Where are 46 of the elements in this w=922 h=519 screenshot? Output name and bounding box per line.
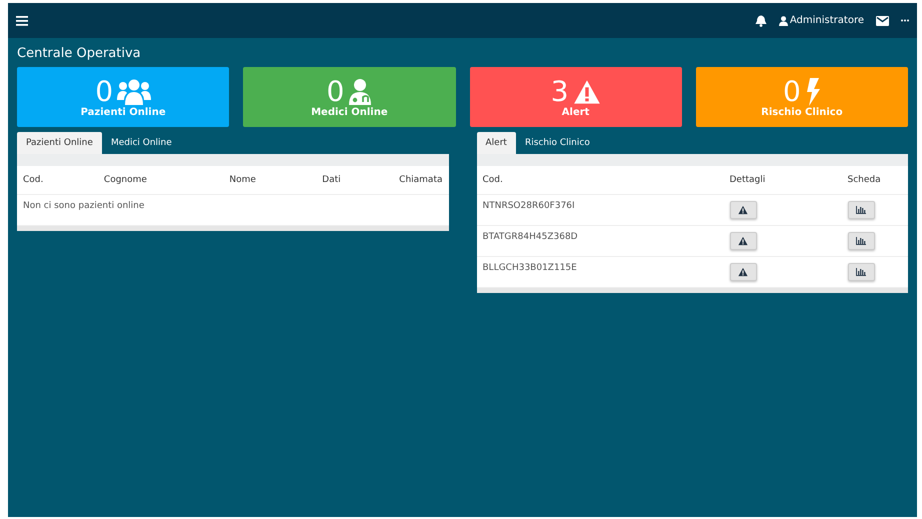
- bar-chart-icon: [856, 237, 866, 245]
- menu-icon[interactable]: [16, 16, 28, 26]
- column-header: Chiamata: [393, 166, 448, 194]
- stat-label: Medici Online: [311, 106, 388, 118]
- column-header: Dettagli: [724, 166, 842, 194]
- stat-count: 0: [326, 76, 344, 106]
- stat-count: 0: [782, 76, 801, 106]
- user-icon: [778, 16, 788, 26]
- stat-label: Rischio Clinico: [761, 106, 843, 118]
- page-title: Centrale Operativa: [17, 46, 142, 61]
- stat-count: 3: [550, 76, 569, 106]
- users-icon: [117, 78, 152, 106]
- stat-label: Alert: [562, 106, 590, 118]
- warning-icon: [738, 205, 748, 215]
- details-button[interactable]: [730, 232, 756, 250]
- table-cell: NTNRSO28R60F376I: [476, 194, 724, 226]
- bolt-icon: [804, 78, 821, 106]
- tab[interactable]: Pazienti Online: [17, 132, 102, 154]
- stat-count: 0: [95, 76, 114, 106]
- column-header: Cod.: [476, 166, 724, 194]
- details-button[interactable]: [730, 263, 756, 281]
- table-cell: BTATGR84H45Z368D: [476, 226, 724, 256]
- tab[interactable]: Alert: [476, 132, 516, 154]
- chart-button[interactable]: [848, 232, 874, 250]
- empty-message: Non ci sono pazienti online: [17, 194, 448, 226]
- column-header: Cognome: [98, 166, 224, 194]
- warning-icon: [738, 236, 748, 246]
- envelope-icon[interactable]: [876, 16, 889, 26]
- column-header: Nome: [223, 166, 316, 194]
- details-button[interactable]: [730, 201, 756, 219]
- column-header: Cod.: [17, 166, 98, 194]
- user-menu[interactable]: Administratore: [778, 15, 864, 26]
- column-header: Scheda: [842, 166, 908, 194]
- chart-button[interactable]: [848, 201, 874, 219]
- doctor-icon: [348, 78, 372, 106]
- warning-icon: [738, 267, 748, 277]
- more-icon[interactable]: [901, 19, 909, 22]
- bell-icon[interactable]: [754, 14, 767, 26]
- stat-label: Pazienti Online: [80, 106, 166, 118]
- bar-chart-icon: [856, 268, 866, 276]
- table-cell: BLLGCH33B01Z115E: [476, 256, 724, 288]
- tab[interactable]: Rischio Clinico: [516, 132, 599, 154]
- column-header: Dati: [316, 166, 394, 194]
- tab[interactable]: Medici Online: [102, 132, 181, 154]
- chart-button[interactable]: [848, 263, 874, 281]
- bar-chart-icon: [856, 206, 866, 214]
